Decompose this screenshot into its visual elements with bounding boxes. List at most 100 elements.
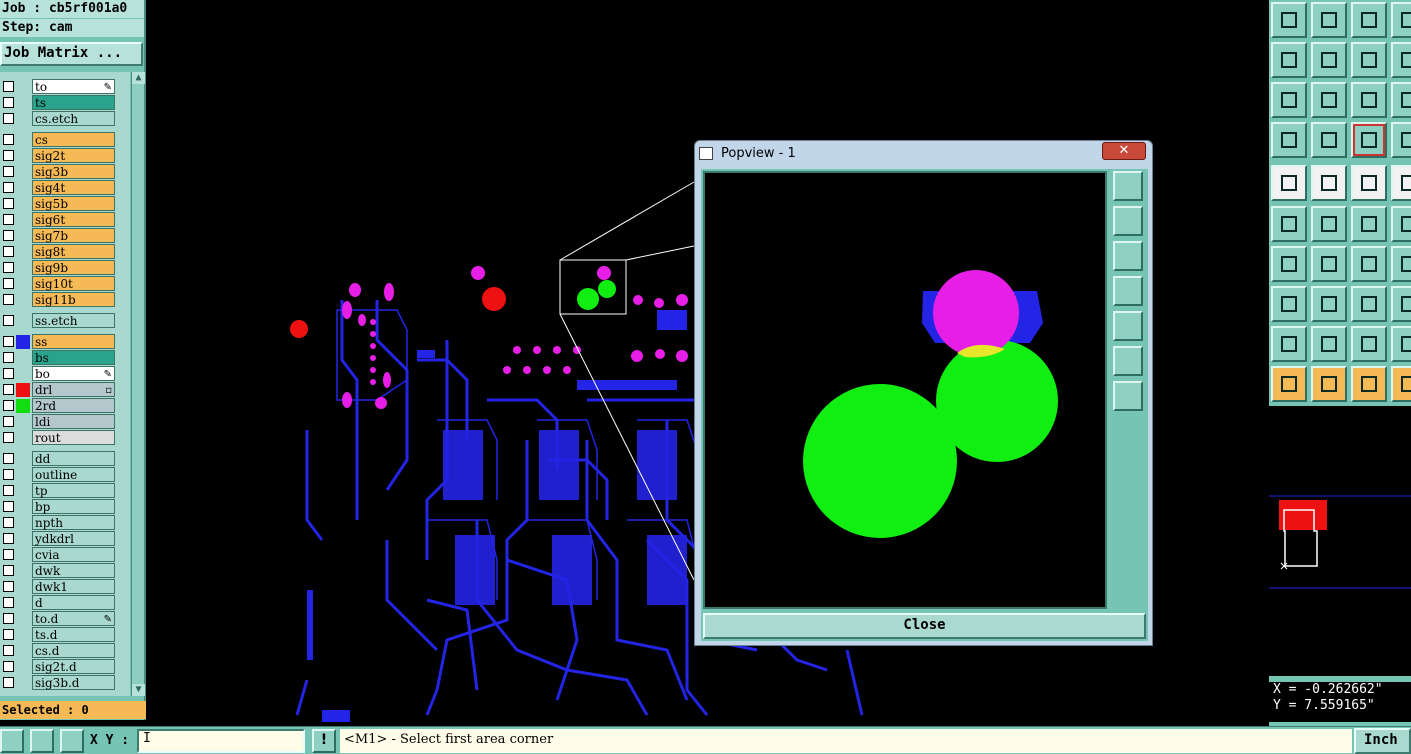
home-icon[interactable]: [1351, 2, 1387, 38]
layer-checkbox[interactable]: [3, 368, 14, 379]
layer-name[interactable]: 2rd: [32, 398, 115, 413]
layer-name[interactable]: ydkdrl: [32, 531, 115, 546]
layer-row[interactable]: sig5b: [0, 196, 130, 211]
layer-row[interactable]: sig8t: [0, 244, 130, 259]
layer-checkbox[interactable]: [3, 97, 14, 108]
rotate-icon[interactable]: [1351, 246, 1387, 282]
layer-row[interactable]: sig9b: [0, 260, 130, 275]
layer-row[interactable]: rout: [0, 430, 130, 445]
layer-name[interactable]: cvia: [32, 547, 115, 562]
layer-checkbox[interactable]: [3, 81, 14, 92]
net-icon[interactable]: [1351, 122, 1387, 158]
layer-name[interactable]: cs: [32, 132, 115, 147]
pan-down-button[interactable]: [1113, 241, 1143, 271]
tree-icon[interactable]: [1391, 122, 1411, 158]
layer-row[interactable]: d: [0, 595, 130, 610]
job-matrix-button[interactable]: Job Matrix ...: [0, 42, 143, 66]
connect-icon[interactable]: [1271, 206, 1307, 242]
layer-checkbox[interactable]: [3, 581, 14, 592]
layer-checkbox[interactable]: [3, 629, 14, 640]
angle-tool-icon[interactable]: [30, 729, 54, 753]
layer-row[interactable]: sig4t: [0, 180, 130, 195]
layer-row[interactable]: sig2t.d: [0, 659, 130, 674]
layer-name[interactable]: cs.d: [32, 643, 115, 658]
layer-row[interactable]: sig11b: [0, 292, 130, 307]
layer-checkbox[interactable]: [3, 501, 14, 512]
layer-row[interactable]: cs.d: [0, 643, 130, 658]
layer-name[interactable]: dwk: [32, 563, 115, 578]
layer-name[interactable]: to ✎: [32, 79, 115, 94]
layer-row[interactable]: sig3b: [0, 164, 130, 179]
ruler-icon[interactable]: [1351, 165, 1387, 201]
layer-row[interactable]: bs: [0, 350, 130, 365]
layer-row[interactable]: bp: [0, 499, 130, 514]
layer-row[interactable]: bo ✎: [0, 366, 130, 381]
pan-right-button[interactable]: [1113, 311, 1143, 341]
layer-name[interactable]: sig10t: [32, 276, 115, 291]
layer-checkbox[interactable]: [3, 485, 14, 496]
layer-name[interactable]: tp: [32, 483, 115, 498]
layer-name[interactable]: sig9b: [32, 260, 115, 275]
xy-input[interactable]: I: [137, 729, 305, 753]
layer-color-swatch[interactable]: [16, 399, 30, 413]
pointer2-icon[interactable]: [1351, 366, 1387, 402]
layer-row[interactable]: tp: [0, 483, 130, 498]
layer-row[interactable]: ts: [0, 95, 130, 110]
pointer3-icon[interactable]: [1391, 366, 1411, 402]
zoom-all-icon[interactable]: [1271, 82, 1307, 118]
layer-checkbox[interactable]: [3, 134, 14, 145]
layer-row[interactable]: ss.etch: [0, 313, 130, 328]
layer-color-swatch[interactable]: [16, 383, 30, 397]
layer-row[interactable]: outline: [0, 467, 130, 482]
layer-checkbox[interactable]: [3, 677, 14, 688]
layer-name[interactable]: sig5b: [32, 196, 115, 211]
move-icon[interactable]: [1351, 206, 1387, 242]
layer-name[interactable]: sig4t: [32, 180, 115, 195]
layer-checkbox[interactable]: [3, 352, 14, 363]
layer-checkbox[interactable]: [3, 246, 14, 257]
layer-color-swatch[interactable]: [16, 335, 30, 349]
pad-select-icon[interactable]: [1271, 165, 1307, 201]
grid-icon[interactable]: [60, 729, 84, 753]
circle-icon[interactable]: [1391, 165, 1411, 201]
drill-icon[interactable]: [1391, 286, 1411, 322]
zoom-fit-icon[interactable]: [1271, 42, 1307, 78]
layer-row[interactable]: ss: [0, 334, 130, 349]
open-job-icon[interactable]: [1271, 2, 1307, 38]
popview-canvas[interactable]: [703, 171, 1107, 609]
layer-name[interactable]: ts: [32, 95, 115, 110]
layer-checkbox[interactable]: [3, 613, 14, 624]
layer-name[interactable]: cs.etch: [32, 111, 115, 126]
scale-icon[interactable]: [1351, 82, 1387, 118]
close-icon[interactable]: ✕: [1102, 142, 1146, 160]
layer-checkbox[interactable]: [3, 416, 14, 427]
layer-checkbox[interactable]: [3, 214, 14, 225]
layer-checkbox[interactable]: [3, 198, 14, 209]
layer-row[interactable]: cs: [0, 132, 130, 147]
layer-checkbox[interactable]: [3, 469, 14, 480]
layer-name[interactable]: ts.d: [32, 627, 115, 642]
layer-checkbox[interactable]: [3, 294, 14, 305]
layer-name[interactable]: bp: [32, 499, 115, 514]
warning-icon[interactable]: !: [312, 729, 336, 753]
scroll-up-icon[interactable]: ▲: [132, 72, 145, 84]
zoom-in-button[interactable]: [1113, 346, 1143, 376]
layer-row[interactable]: npth: [0, 515, 130, 530]
zoom-home-button[interactable]: [1113, 171, 1143, 201]
layer-row[interactable]: cvia: [0, 547, 130, 562]
hatch2-icon[interactable]: [1391, 326, 1411, 362]
layer-row[interactable]: dd: [0, 451, 130, 466]
layer-name[interactable]: sig7b: [32, 228, 115, 243]
zoom-box-icon[interactable]: [1391, 82, 1411, 118]
help-icon[interactable]: [1391, 42, 1411, 78]
layer-name[interactable]: drl ▫: [32, 382, 115, 397]
layer-row[interactable]: ydkdrl: [0, 531, 130, 546]
redraw-icon[interactable]: [1351, 42, 1387, 78]
layer-checkbox[interactable]: [3, 262, 14, 273]
cross-icon[interactable]: [1311, 206, 1347, 242]
layer-name[interactable]: ldi: [32, 414, 115, 429]
layer-name[interactable]: npth: [32, 515, 115, 530]
arc-icon[interactable]: [1391, 246, 1411, 282]
layer-row[interactable]: sig2t: [0, 148, 130, 163]
layer-checkbox[interactable]: [3, 453, 14, 464]
